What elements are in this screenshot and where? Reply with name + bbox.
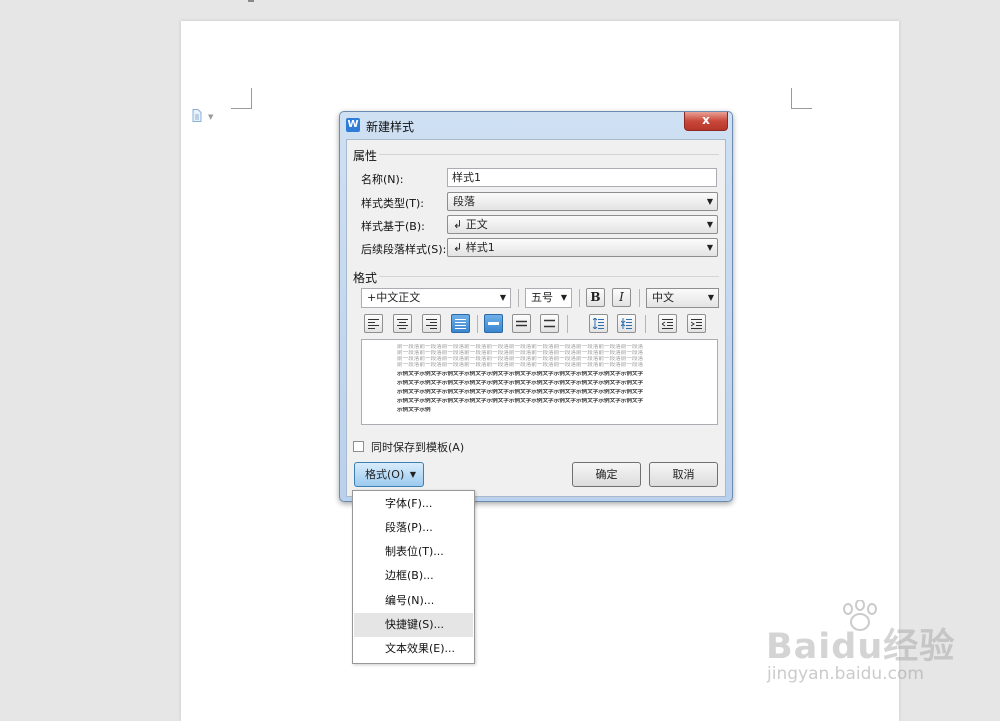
justify-button[interactable] (451, 314, 470, 333)
chevron-down-icon[interactable]: ▼ (208, 113, 213, 121)
increase-spacing-icon (593, 318, 604, 329)
increase-spacing-button[interactable] (589, 314, 608, 333)
dialog-title: 新建样式 (366, 120, 415, 134)
increase-indent-icon (691, 319, 702, 329)
menu-item-text-effects[interactable]: 文本效果(E)... (354, 637, 473, 661)
based-on-label: 样式基于(B): (361, 220, 425, 233)
justify-icon (455, 319, 466, 329)
preview-sample-text: 示例文字示例文字示例文字示例文字示例文字示例文字示例文字示例文字示例文字示例文字… (397, 371, 644, 377)
dialog-client-area: 属性 名称(N): 样式1 样式类型(T): 段落 ▼ 样式基于(B): ↲ 正文… (346, 139, 726, 497)
format-dropdown-menu: 字体(F)... 段落(P)... 制表位(T)... 边框(B)... 编号(… (352, 490, 475, 664)
preview-sample-text: 示例文字示例文字示例文字示例文字示例文字示例文字示例文字示例文字示例文字示例文字… (397, 389, 644, 395)
font-value: +中文正文 (367, 291, 421, 304)
preview-sample-text: 示例文字示例文字示例文字示例文字示例文字示例文字示例文字示例文字示例文字示例文字… (397, 398, 644, 404)
italic-button[interactable]: I (612, 288, 631, 307)
double-spacing-button[interactable] (540, 314, 559, 333)
style-type-label: 样式类型(T): (361, 197, 425, 210)
decrease-indent-button[interactable] (658, 314, 677, 333)
dialog-titlebar[interactable]: W 新建样式 x (340, 112, 732, 138)
paragraph-options-icon[interactable] (192, 109, 202, 122)
menu-item-font[interactable]: 字体(F)... (354, 492, 473, 516)
format-menu-button[interactable]: 格式(O) ▼ (354, 462, 424, 487)
divider (645, 315, 646, 333)
chevron-down-icon: ▼ (706, 197, 713, 206)
decrease-spacing-icon (621, 318, 632, 329)
language-value: 中文 (652, 291, 674, 304)
preview-previous-paragraph: 前一段落前一段落前一段落前一段落前一段落前一段落前一段落前一段落前一段落前一段落… (397, 362, 644, 368)
menu-item-tabs[interactable]: 制表位(T)... (354, 540, 473, 564)
font-size-value: 五号 (531, 291, 553, 304)
font-size-select[interactable]: 五号 ▼ (525, 288, 572, 308)
align-center-button[interactable] (393, 314, 412, 333)
align-right-icon (426, 319, 437, 329)
page-corner-marker-right (791, 88, 812, 109)
divider (379, 276, 719, 277)
increase-indent-button[interactable] (687, 314, 706, 333)
menu-item-paragraph[interactable]: 段落(P)... (354, 516, 473, 540)
following-style-select[interactable]: ↲ 样式1 ▼ (447, 238, 718, 257)
one-half-spacing-button[interactable] (512, 314, 531, 333)
menu-item-numbering[interactable]: 编号(N)... (354, 589, 473, 613)
ok-button[interactable]: 确定 (572, 462, 641, 487)
chevron-down-icon: ▼ (707, 293, 714, 302)
align-center-icon (397, 319, 408, 329)
chevron-down-icon: ▼ (409, 470, 416, 479)
align-right-button[interactable] (422, 314, 441, 333)
style-preview: 前一段落前一段落前一段落前一段落前一段落前一段落前一段落前一段落前一段落前一段落… (361, 339, 718, 425)
style-type-value: 段落 (453, 195, 475, 208)
close-button[interactable]: x (684, 112, 728, 131)
divider (567, 315, 568, 333)
chevron-down-icon: ▼ (706, 243, 713, 252)
decrease-spacing-button[interactable] (617, 314, 636, 333)
following-style-label: 后续段落样式(S): (361, 243, 447, 256)
save-to-template-label[interactable]: 同时保存到模板(A) (371, 439, 464, 455)
format-group-label: 格式 (353, 271, 378, 285)
following-style-value: ↲ 样式1 (453, 241, 495, 254)
baidu-jingyan-watermark: Baidu经验 (766, 627, 956, 667)
align-left-button[interactable] (364, 314, 383, 333)
divider (579, 289, 580, 307)
name-field[interactable]: 样式1 (447, 168, 717, 187)
single-spacing-icon (488, 322, 499, 325)
page-corner-marker-left (231, 88, 252, 109)
cancel-button[interactable]: 取消 (649, 462, 718, 487)
align-left-icon (368, 319, 379, 329)
divider (379, 154, 719, 155)
new-style-dialog: W 新建样式 x 属性 名称(N): 样式1 样式类型(T): 段落 ▼ 样式基于… (339, 111, 733, 502)
one-half-spacing-icon (516, 320, 527, 327)
chevron-down-icon: ▼ (706, 220, 713, 229)
font-select[interactable]: +中文正文 ▼ (361, 288, 511, 308)
chevron-down-icon: ▼ (499, 293, 506, 302)
bold-button[interactable]: B (586, 288, 605, 307)
chevron-down-icon: ▼ (560, 293, 567, 302)
preview-sample-text: 示例文字示例文字示例文字示例文字示例文字示例文字示例文字示例文字示例文字示例文字… (397, 380, 644, 386)
based-on-value: ↲ 正文 (453, 218, 488, 231)
save-to-template-checkbox[interactable] (353, 441, 364, 452)
divider (639, 289, 640, 307)
menu-item-shortcut-key[interactable]: 快捷键(S)... (354, 613, 473, 637)
menu-item-borders[interactable]: 边框(B)... (354, 564, 473, 588)
language-select[interactable]: 中文 ▼ (646, 288, 719, 308)
preview-sample-text: 示例文字示例 (397, 407, 431, 413)
properties-group-label: 属性 (353, 149, 378, 163)
format-button-label: 格式(O) (365, 468, 405, 481)
decrease-indent-icon (662, 319, 673, 329)
style-type-select[interactable]: 段落 ▼ (447, 192, 718, 211)
double-spacing-icon (544, 319, 555, 328)
divider (477, 315, 478, 333)
watermark-url: jingyan.baidu.com (767, 664, 924, 684)
divider (518, 289, 519, 307)
top-edge-mark (248, 0, 254, 2)
based-on-select[interactable]: ↲ 正文 ▼ (447, 215, 718, 234)
name-label: 名称(N): (361, 173, 404, 186)
wps-writer-icon: W (346, 118, 360, 132)
single-spacing-button[interactable] (484, 314, 503, 333)
